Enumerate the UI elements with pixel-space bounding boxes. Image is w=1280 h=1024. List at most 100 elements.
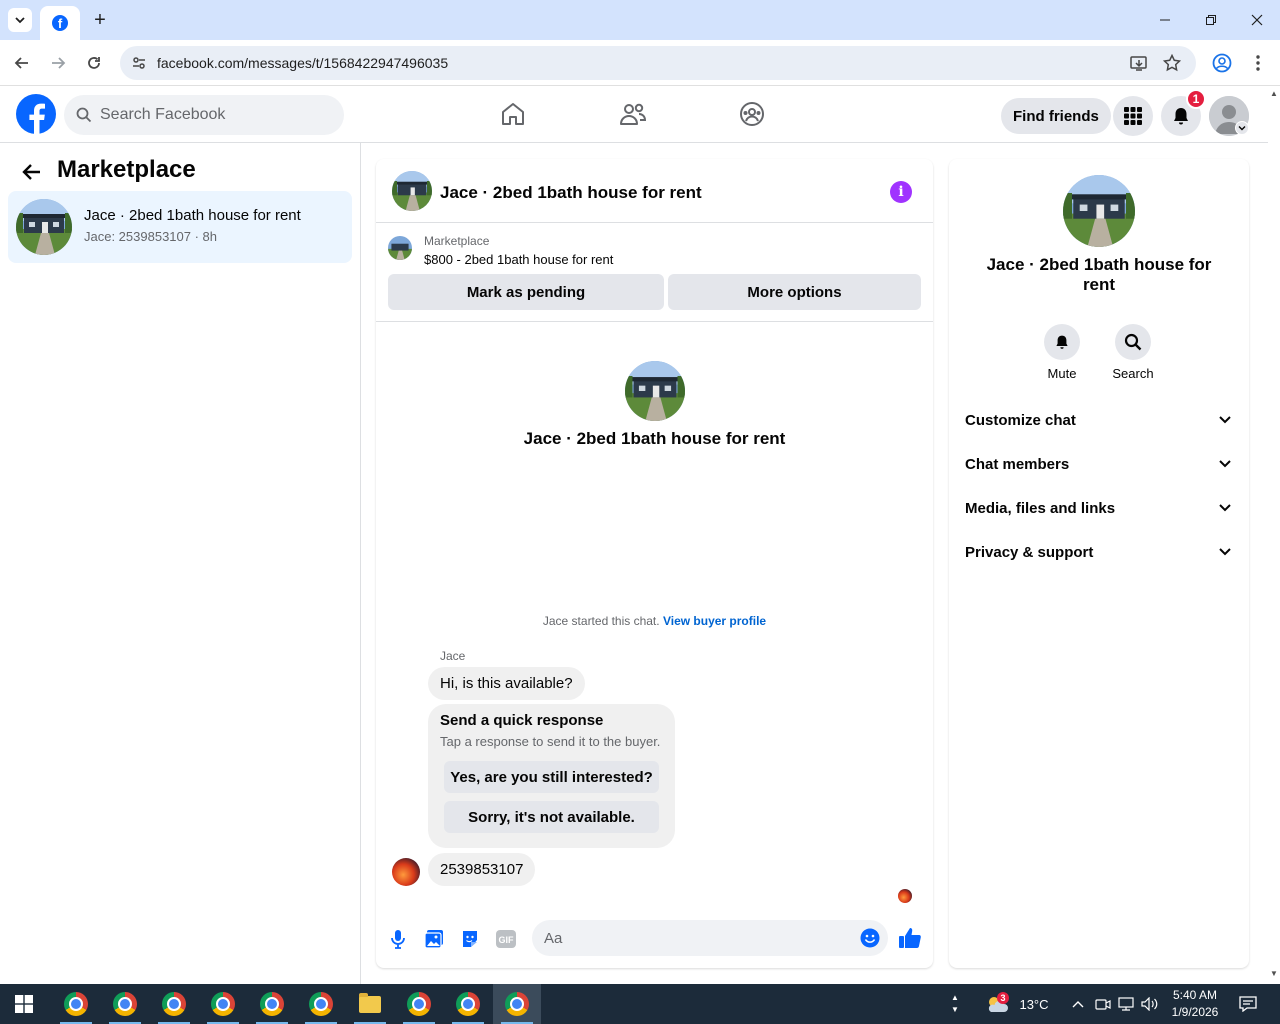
minimize-button[interactable] xyxy=(1142,0,1188,40)
facebook-search-box[interactable] xyxy=(64,95,344,135)
back-button[interactable] xyxy=(20,160,44,184)
tab-search-button[interactable] xyxy=(8,8,32,32)
section-label: Media, files and links xyxy=(965,499,1116,517)
close-window-button[interactable] xyxy=(1234,0,1280,40)
taskbar-chrome-7[interactable] xyxy=(395,984,443,1024)
conversation-preview: Jace: 2539853107 · 8h xyxy=(84,229,217,244)
mute-label: Mute xyxy=(1047,366,1077,381)
chat-members-section[interactable]: Chat members xyxy=(957,442,1241,486)
chrome-icon xyxy=(505,992,529,1016)
taskbar-chrome-4[interactable] xyxy=(199,984,247,1024)
message-input[interactable] xyxy=(544,920,844,956)
incoming-message[interactable]: Hi, is this available? xyxy=(428,667,585,700)
bookmark-star-icon[interactable] xyxy=(1163,54,1181,72)
taskbar-chrome-8[interactable] xyxy=(444,984,492,1024)
more-options-button[interactable]: More options xyxy=(668,274,921,310)
quick-response-sorry-button[interactable]: Sorry, it's not available. xyxy=(444,801,659,833)
folder-icon xyxy=(359,992,381,1013)
chevron-down-icon xyxy=(1217,500,1233,516)
nav-home[interactable] xyxy=(457,90,569,138)
section-label: Customize chat xyxy=(965,411,1076,429)
media-files-links-section[interactable]: Media, files and links xyxy=(957,486,1241,530)
chat-avatar[interactable] xyxy=(392,171,432,211)
taskbar-clock[interactable]: 5:40 AM 1/9/2026 xyxy=(1162,987,1228,1021)
search-action[interactable]: Search xyxy=(1103,324,1163,381)
conversation-item[interactable]: Jace · 2bed 1bath house for rent Jace: 2… xyxy=(8,191,352,263)
chrome-icon xyxy=(162,992,186,1016)
scroll-down-icon[interactable]: ▼ xyxy=(1270,970,1278,978)
outgoing-message[interactable]: 2539853107 xyxy=(428,853,536,886)
url-text[interactable]: facebook.com/messages/t/1568422947496035 xyxy=(157,55,448,71)
microphone-icon[interactable] xyxy=(387,928,409,950)
taskbar-chrome-6[interactable] xyxy=(297,984,345,1024)
taskbar-chrome-3[interactable] xyxy=(150,984,198,1024)
site-info-icon[interactable] xyxy=(130,54,148,72)
view-buyer-profile-link[interactable]: View buyer profile xyxy=(663,614,766,628)
clock-date: 1/9/2026 xyxy=(1171,1005,1219,1019)
nav-friends[interactable] xyxy=(577,90,689,138)
back-button[interactable] xyxy=(10,51,34,75)
chrome-icon xyxy=(64,992,88,1016)
meet-now-icon[interactable] xyxy=(1094,984,1112,1024)
action-center-button[interactable] xyxy=(1234,984,1262,1024)
mute-action[interactable]: Mute xyxy=(1032,324,1092,381)
forward-button[interactable] xyxy=(46,51,70,75)
gif-icon[interactable]: GIF xyxy=(495,928,517,950)
message-composer: GIF xyxy=(376,914,933,964)
install-app-icon[interactable] xyxy=(1130,54,1148,72)
taskbar-chrome-1[interactable] xyxy=(52,984,100,1024)
taskbar-file-explorer[interactable] xyxy=(346,984,394,1024)
taskbar-chrome-5[interactable] xyxy=(248,984,296,1024)
taskbar-chrome-2[interactable] xyxy=(101,984,149,1024)
sticker-icon[interactable] xyxy=(459,928,481,950)
mark-as-pending-button[interactable]: Mark as pending xyxy=(388,274,664,310)
info-icon[interactable]: i xyxy=(890,181,912,203)
quick-response-yes-button[interactable]: Yes, are you still interested? xyxy=(444,761,659,793)
taskbar-chrome-active[interactable] xyxy=(493,984,541,1024)
listing-thumbnail[interactable] xyxy=(388,236,412,260)
nav-groups[interactable] xyxy=(696,90,808,138)
volume-icon[interactable] xyxy=(1140,984,1160,1024)
reload-icon xyxy=(88,57,100,69)
photo-icon[interactable] xyxy=(423,928,445,950)
groups-icon xyxy=(740,102,764,126)
weather-icon[interactable] xyxy=(984,984,1010,1024)
restore-button[interactable] xyxy=(1188,0,1234,40)
scroll-up-icon[interactable]: ▲ xyxy=(1270,90,1278,98)
new-tab-button[interactable]: + xyxy=(88,8,112,32)
facebook-header: Find friends 1 xyxy=(0,86,1268,143)
marketplace-inbox-panel: Marketplace Jace · 2bed 1bath house for … xyxy=(0,143,361,984)
message-input-box[interactable] xyxy=(532,920,888,956)
chevron-down-icon[interactable]: ▼ xyxy=(951,1004,959,1016)
sender-name: Jace xyxy=(440,649,466,663)
chrome-profile-button[interactable] xyxy=(1210,51,1234,75)
customize-chat-section[interactable]: Customize chat xyxy=(957,398,1241,442)
thumbs-up-icon[interactable] xyxy=(898,926,922,950)
chevron-up-icon[interactable] xyxy=(1070,984,1086,1024)
chat-started-text: Jace started this chat. xyxy=(542,614,660,628)
search-input[interactable] xyxy=(100,106,330,124)
reload-button[interactable] xyxy=(82,51,106,75)
chevron-up-icon[interactable]: ▲ xyxy=(951,992,959,1004)
mute-button[interactable] xyxy=(1044,324,1080,360)
privacy-support-section[interactable]: Privacy & support xyxy=(957,530,1241,574)
bell-icon xyxy=(1056,335,1068,349)
menu-button[interactable] xyxy=(1113,96,1153,136)
browser-tab-facebook[interactable]: f xyxy=(40,6,80,40)
start-button[interactable] xyxy=(0,984,48,1024)
address-bar[interactable]: facebook.com/messages/t/1568422947496035 xyxy=(120,46,1196,80)
search-conversation-button[interactable] xyxy=(1115,324,1151,360)
find-friends-button[interactable]: Find friends xyxy=(1001,98,1111,134)
network-icon[interactable] xyxy=(1116,984,1136,1024)
facebook-logo[interactable] xyxy=(16,94,56,134)
quick-response-card: Send a quick response Tap a response to … xyxy=(428,704,675,848)
chat-title[interactable]: Jace · 2bed 1bath house for rent xyxy=(440,183,702,203)
listing-description[interactable]: $800 - 2bed 1bath house for rent xyxy=(424,252,613,267)
avatar[interactable] xyxy=(392,858,420,886)
chrome-menu-button[interactable] xyxy=(1246,51,1270,75)
emoji-icon[interactable] xyxy=(860,928,880,948)
taskbar-scroll-buttons[interactable]: ▲ ▼ xyxy=(946,984,964,1024)
page-scrollbar[interactable]: ▲ ▼ xyxy=(1268,86,1280,984)
temperature[interactable]: 13°C xyxy=(1014,984,1054,1024)
home-icon xyxy=(502,103,524,125)
